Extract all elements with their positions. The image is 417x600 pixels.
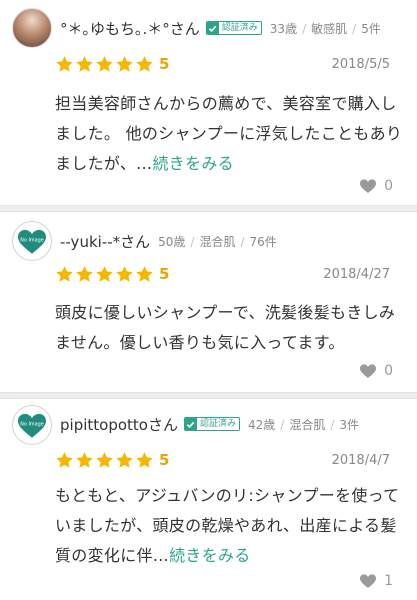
star-icon — [136, 451, 153, 468]
rating-score: 5 — [159, 55, 170, 73]
user-review-count: 3件 — [339, 417, 360, 432]
user-age: 50歳 — [158, 234, 186, 249]
user-name[interactable]: pipittopottoさん — [60, 414, 178, 435]
user-skin: 混合肌 — [199, 234, 236, 249]
like-heart-icon — [360, 179, 377, 193]
verified-label: 認証済み — [199, 419, 236, 429]
review-divider — [0, 205, 417, 212]
user-meta: 33歳 / 敏感肌 / 5件 — [270, 20, 381, 37]
review-header: --yuki--*さん 50歳 / 混合肌 / 76件 — [60, 230, 277, 252]
rating: 5 — [55, 450, 169, 470]
star-icon — [76, 55, 93, 72]
like-count: 1 — [384, 573, 393, 589]
star-icon — [56, 55, 73, 72]
review-header: °＊｡ゆもち｡.＊°さん 認証済み 33歳 / 敏感肌 / 5件 — [60, 17, 381, 39]
no-image-label: No Image — [20, 237, 43, 243]
review-body: 頭皮に優しいシャンプーで、洗髪後髪もきしみません。優しい香りも気に入ってます。 — [55, 303, 396, 352]
user-age: 33歳 — [269, 21, 298, 36]
star-icon — [56, 265, 73, 282]
user-meta: 42歳 / 混合肌 / 3件 — [248, 416, 359, 433]
user-review-count: 76件 — [249, 234, 277, 249]
review-divider — [0, 392, 417, 399]
rating: 5 — [55, 264, 169, 284]
avatar[interactable] — [12, 8, 52, 48]
review-date: 2018/5/5 — [331, 57, 390, 72]
like-count: 0 — [384, 363, 393, 379]
rating-score: 5 — [159, 265, 170, 283]
avatar[interactable]: No Image — [12, 405, 52, 445]
read-more-link[interactable]: 続きをみる — [169, 546, 251, 565]
star-icon — [116, 265, 133, 282]
review-text: もともと、アジュバンのリ:シャンプーを使っていましたが、頭皮の乾燥やあれ、出産に… — [55, 481, 405, 571]
star-icon — [56, 451, 73, 468]
no-image-heart-icon: No Image — [18, 229, 46, 254]
meta-separator: / — [302, 21, 307, 36]
review-text: 担当美容師さんからの薦めで、美容室で購入しました。 他のシャンプーに浮気したこと… — [55, 89, 405, 179]
review-card: No Image pipittopottoさん 認証済み 42歳 / 混合肌/3件 … — [0, 399, 417, 600]
user-meta: 50歳 / 混合肌 / 76件 — [158, 233, 277, 250]
verified-badge: 認証済み — [205, 21, 262, 35]
verified-label: 認証済み — [221, 23, 258, 33]
verified-badge: 認証済み — [183, 417, 240, 431]
star-icon — [116, 451, 133, 468]
review-card: No Image --yuki--*さん 50歳 / 混合肌 / 76件 5 2018/… — [0, 212, 417, 392]
meta-separator: / — [190, 234, 195, 249]
read-more-link[interactable]: 続きをみる — [152, 154, 234, 173]
meta-separator: / — [330, 417, 335, 432]
star-rating — [55, 451, 155, 470]
verified-check-icon — [206, 22, 219, 34]
like-heart-icon — [360, 364, 377, 378]
meta-separator: / — [280, 417, 285, 432]
like-button[interactable]: 1 — [360, 573, 393, 589]
star-icon — [76, 451, 93, 468]
verified-check-icon — [184, 418, 197, 430]
rating: 5 — [55, 54, 169, 74]
no-image-heart-icon: No Image — [18, 413, 46, 438]
like-button[interactable]: 0 — [360, 363, 393, 379]
review-date: 2018/4/27 — [323, 267, 390, 282]
review-card: °＊｡ゆもち｡.＊°さん 認証済み 33歳 / 敏感肌/5件 5 2018/5/5 … — [0, 0, 417, 205]
like-count: 0 — [384, 178, 393, 194]
user-review-count: 5件 — [361, 21, 381, 36]
meta-separator: / — [352, 21, 357, 36]
review-header: pipittopottoさん 認証済み 42歳 / 混合肌 / 3件 — [60, 413, 359, 435]
user-age: 42歳 — [247, 417, 276, 432]
star-rating — [55, 55, 155, 74]
star-icon — [96, 265, 113, 282]
rating-score: 5 — [159, 451, 170, 469]
like-heart-icon — [360, 574, 377, 588]
star-icon — [76, 265, 93, 282]
user-name[interactable]: --yuki--*さん — [60, 231, 150, 252]
star-icon — [96, 55, 113, 72]
meta-separator: / — [240, 234, 245, 249]
star-icon — [136, 55, 153, 72]
star-icon — [136, 265, 153, 282]
review-date: 2018/4/7 — [331, 453, 390, 468]
like-button[interactable]: 0 — [360, 178, 393, 194]
star-icon — [116, 55, 133, 72]
review-text: 頭皮に優しいシャンプーで、洗髪後髪もきしみません。優しい香りも気に入ってます。 — [55, 298, 405, 358]
user-name[interactable]: °＊｡ゆもち｡.＊°さん — [60, 18, 200, 39]
user-skin: 敏感肌 — [311, 21, 348, 36]
avatar[interactable]: No Image — [12, 221, 52, 261]
star-icon — [96, 451, 113, 468]
no-image-label: No Image — [20, 421, 43, 427]
star-rating — [55, 265, 155, 284]
user-skin: 混合肌 — [289, 417, 326, 432]
